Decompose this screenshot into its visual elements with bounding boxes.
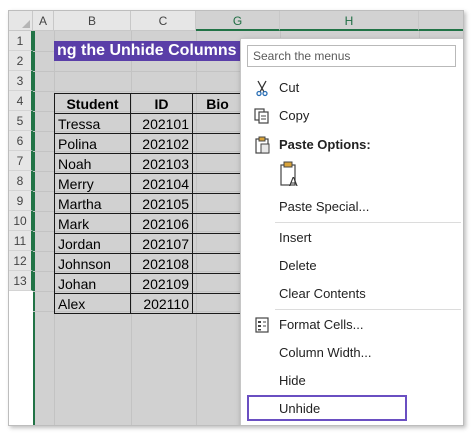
format-cells-icon bbox=[255, 317, 269, 333]
id-cell[interactable]: 202101 bbox=[130, 113, 193, 134]
paste-special-label: Paste Special... bbox=[279, 199, 370, 214]
row-header[interactable]: 13 bbox=[9, 271, 33, 291]
cut-menu-item[interactable]: Cut bbox=[241, 75, 463, 101]
delete-label: Delete bbox=[279, 258, 317, 273]
bio-cell[interactable] bbox=[192, 113, 243, 134]
column-header-h[interactable]: H bbox=[280, 11, 419, 31]
header-student[interactable]: Student bbox=[54, 93, 131, 114]
row-header[interactable]: 12 bbox=[9, 251, 33, 271]
student-cell[interactable]: Merry bbox=[54, 173, 131, 194]
row-header[interactable]: 7 bbox=[9, 151, 33, 171]
student-cell[interactable]: Tressa bbox=[54, 113, 131, 134]
table-row: Merry 202104 bbox=[54, 173, 243, 194]
id-cell[interactable]: 202108 bbox=[130, 253, 193, 274]
delete-menu-item[interactable]: Delete bbox=[241, 253, 463, 279]
insert-menu-item[interactable]: Insert bbox=[241, 225, 463, 251]
table-header-row: Student ID Bio bbox=[54, 93, 243, 114]
id-cell[interactable]: 202102 bbox=[130, 133, 193, 154]
excel-window: A B C G H 1 2 3 4 5 6 7 8 9 10 11 12 13 … bbox=[8, 10, 464, 426]
table-row: Mark 202106 bbox=[54, 213, 243, 234]
header-id[interactable]: ID bbox=[130, 93, 193, 114]
id-cell[interactable]: 202107 bbox=[130, 233, 193, 254]
id-cell[interactable]: 202103 bbox=[130, 153, 193, 174]
hide-menu-item[interactable]: Hide bbox=[241, 368, 463, 394]
bio-cell[interactable] bbox=[192, 213, 243, 234]
insert-label: Insert bbox=[279, 230, 312, 245]
id-cell[interactable]: 202104 bbox=[130, 173, 193, 194]
id-cell[interactable]: 202105 bbox=[130, 193, 193, 214]
cut-label: Cut bbox=[279, 80, 300, 95]
scissors-icon bbox=[256, 80, 268, 97]
menu-separator bbox=[275, 309, 461, 310]
row-header[interactable]: 10 bbox=[9, 211, 33, 231]
id-cell[interactable]: 202106 bbox=[130, 213, 193, 234]
row-header[interactable]: 3 bbox=[9, 71, 33, 91]
bio-cell[interactable] bbox=[192, 233, 243, 254]
clear-contents-label: Clear Contents bbox=[279, 286, 366, 301]
row-header[interactable]: 4 bbox=[9, 91, 33, 111]
id-cell[interactable]: 202110 bbox=[130, 293, 193, 314]
paste-values-icon[interactable]: A bbox=[279, 161, 301, 189]
table-row: Tressa 202101 bbox=[54, 113, 243, 134]
bio-cell[interactable] bbox=[192, 193, 243, 214]
column-width-label: Column Width... bbox=[279, 345, 372, 360]
bio-cell[interactable] bbox=[192, 293, 243, 314]
hide-label: Hide bbox=[279, 373, 306, 388]
row-header[interactable]: 2 bbox=[9, 51, 33, 71]
table-row: Jordan 202107 bbox=[54, 233, 243, 254]
table-row: Noah 202103 bbox=[54, 153, 243, 174]
format-cells-label: Format Cells... bbox=[279, 317, 364, 332]
context-menu: Search the menus Cut Copy Paste Options:… bbox=[240, 38, 463, 425]
column-header-g[interactable]: G bbox=[196, 11, 280, 31]
paste-special-menu-item[interactable]: Paste Special... bbox=[241, 194, 463, 220]
column-header-a[interactable]: A bbox=[33, 11, 54, 31]
student-cell[interactable]: Johan bbox=[54, 273, 131, 294]
svg-text:A: A bbox=[289, 174, 298, 189]
student-cell[interactable]: Johnson bbox=[54, 253, 131, 274]
student-cell[interactable]: Noah bbox=[54, 153, 131, 174]
table-row: Polina 202102 bbox=[54, 133, 243, 154]
student-cell[interactable]: Jordan bbox=[54, 233, 131, 254]
student-cell[interactable]: Alex bbox=[54, 293, 131, 314]
table-row: Johan 202109 bbox=[54, 273, 243, 294]
student-cell[interactable]: Martha bbox=[54, 193, 131, 214]
row-header[interactable]: 1 bbox=[9, 31, 33, 51]
unhide-highlight bbox=[247, 395, 407, 421]
table-row: Alex 202110 bbox=[54, 293, 243, 314]
student-table: Student ID Bio Tressa 202101 Polina 202102… bbox=[54, 93, 243, 314]
bio-cell[interactable] bbox=[192, 153, 243, 174]
clear-contents-menu-item[interactable]: Clear Contents bbox=[241, 281, 463, 307]
copy-icon bbox=[254, 108, 269, 124]
student-cell[interactable]: Mark bbox=[54, 213, 131, 234]
bio-cell[interactable] bbox=[192, 273, 243, 294]
row-header[interactable]: 8 bbox=[9, 171, 33, 191]
table-row: Johnson 202108 bbox=[54, 253, 243, 274]
title-cell[interactable]: ng the Unhide Columns bbox=[54, 41, 249, 61]
paste-options-label: Paste Options: bbox=[279, 137, 371, 152]
bio-cell[interactable] bbox=[192, 133, 243, 154]
paste-options-header: Paste Options: bbox=[241, 132, 463, 158]
table-row: Martha 202105 bbox=[54, 193, 243, 214]
select-all-corner[interactable] bbox=[9, 11, 33, 31]
column-width-menu-item[interactable]: Column Width... bbox=[241, 340, 463, 366]
bio-cell[interactable] bbox=[192, 253, 243, 274]
column-header-i[interactable] bbox=[419, 11, 463, 31]
column-header-b[interactable]: B bbox=[54, 11, 131, 31]
header-bio[interactable]: Bio bbox=[192, 93, 243, 114]
id-cell[interactable]: 202109 bbox=[130, 273, 193, 294]
search-menus-input[interactable]: Search the menus bbox=[247, 45, 456, 67]
bio-cell[interactable] bbox=[192, 173, 243, 194]
row-header[interactable]: 5 bbox=[9, 111, 33, 131]
row-header[interactable]: 6 bbox=[9, 131, 33, 151]
row-header[interactable]: 11 bbox=[9, 231, 33, 251]
copy-label: Copy bbox=[279, 108, 310, 123]
column-header-c[interactable]: C bbox=[131, 11, 196, 31]
row-header[interactable]: 9 bbox=[9, 191, 33, 211]
menu-separator bbox=[275, 222, 461, 223]
copy-menu-item[interactable]: Copy bbox=[241, 103, 463, 129]
clipboard-icon bbox=[255, 136, 270, 154]
format-cells-menu-item[interactable]: Format Cells... bbox=[241, 312, 463, 338]
student-cell[interactable]: Polina bbox=[54, 133, 131, 154]
worksheet[interactable]: A B C G H 1 2 3 4 5 6 7 8 9 10 11 12 13 … bbox=[9, 11, 463, 425]
